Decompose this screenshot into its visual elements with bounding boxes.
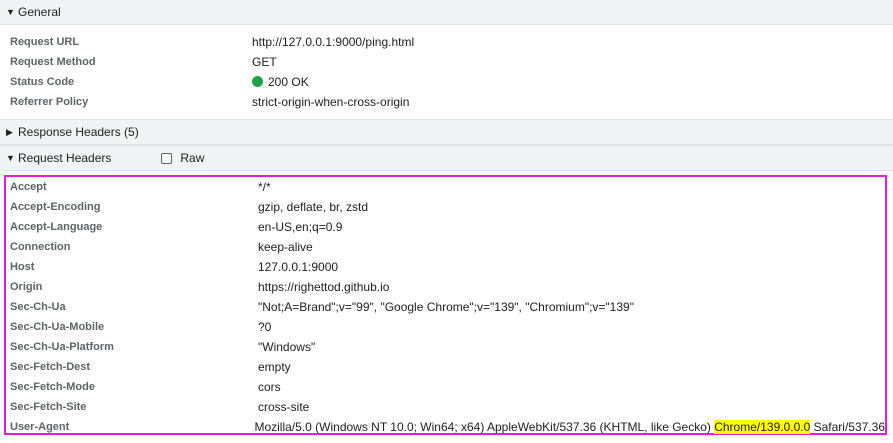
triangle-down-icon: ▼ bbox=[6, 153, 15, 163]
request-header-row: Sec-Ch-Ua-Mobile ?0 bbox=[6, 317, 885, 337]
general-rows: Request URL http://127.0.0.1:9000/ping.h… bbox=[0, 25, 893, 119]
row-key: Request URL bbox=[10, 36, 80, 48]
request-header-row: Host 127.0.0.1:9000 bbox=[6, 257, 885, 277]
row-key: Referrer Policy bbox=[10, 96, 89, 108]
triangle-down-icon: ▼ bbox=[6, 7, 15, 17]
request-header-row: Sec-Ch-Ua "Not;A=Brand";v="99", "Google … bbox=[6, 297, 885, 317]
request-header-row: Sec-Fetch-Site cross-site bbox=[6, 397, 885, 417]
user-agent-suffix: Safari/537.36 bbox=[810, 420, 885, 434]
row-value[interactable]: GET bbox=[252, 55, 277, 69]
response-headers-title: Response Headers (5) bbox=[18, 125, 139, 139]
row-key: Accept bbox=[10, 181, 47, 193]
request-headers-section-header[interactable]: ▼ Request Headers Raw bbox=[0, 145, 893, 171]
row-value[interactable]: cross-site bbox=[258, 400, 309, 414]
row-key: Accept-Language bbox=[10, 221, 103, 233]
request-header-row: Accept-Encoding gzip, deflate, br, zstd bbox=[6, 197, 885, 217]
general-row: Status Code 200 OK bbox=[0, 72, 893, 92]
row-value[interactable]: ?0 bbox=[258, 320, 271, 334]
row-key: Connection bbox=[10, 241, 71, 253]
status-dot-icon bbox=[252, 76, 263, 87]
row-key: Sec-Fetch-Site bbox=[10, 401, 87, 413]
general-title: General bbox=[18, 5, 61, 19]
general-row: Referrer Policy strict-origin-when-cross… bbox=[0, 92, 893, 112]
request-headers-highlight-box: Accept */* Accept-Encoding gzip, deflate… bbox=[4, 175, 887, 435]
row-key: Status Code bbox=[10, 76, 75, 88]
row-key: Sec-Ch-Ua-Mobile bbox=[10, 321, 105, 333]
general-section-header[interactable]: ▼ General bbox=[0, 0, 893, 25]
user-agent-highlight: Chrome/139.0.0.0 bbox=[714, 420, 811, 434]
row-value[interactable]: http://127.0.0.1:9000/ping.html bbox=[252, 35, 414, 49]
raw-toggle[interactable]: Raw bbox=[161, 151, 204, 165]
row-value[interactable]: strict-origin-when-cross-origin bbox=[252, 95, 409, 109]
request-headers-title: Request Headers bbox=[18, 151, 112, 165]
request-header-row: Sec-Fetch-Mode cors bbox=[6, 377, 885, 397]
row-key: Sec-Fetch-Mode bbox=[10, 381, 95, 393]
row-value[interactable]: en-US,en;q=0.9 bbox=[258, 220, 342, 234]
request-header-row: Origin https://righettod.github.io bbox=[6, 277, 885, 297]
row-value[interactable]: 127.0.0.1:9000 bbox=[258, 260, 338, 274]
row-key: Sec-Ch-Ua-Platform bbox=[10, 341, 114, 353]
status-text: 200 OK bbox=[268, 75, 309, 89]
row-key: Sec-Ch-Ua bbox=[10, 301, 66, 313]
row-value[interactable]: "Windows" bbox=[258, 340, 315, 354]
row-value[interactable]: cors bbox=[258, 380, 281, 394]
row-key: Request Method bbox=[10, 56, 96, 68]
row-value[interactable]: */* bbox=[258, 180, 271, 194]
request-header-row: Sec-Fetch-Dest empty bbox=[6, 357, 885, 377]
row-value[interactable]: keep-alive bbox=[258, 240, 313, 254]
status-value[interactable]: 200 OK bbox=[252, 75, 309, 89]
user-agent-value[interactable]: Mozilla/5.0 (Windows NT 10.0; Win64; x64… bbox=[254, 420, 885, 434]
general-row: Request Method GET bbox=[0, 52, 893, 72]
request-header-row: Accept-Language en-US,en;q=0.9 bbox=[6, 217, 885, 237]
row-value[interactable]: "Not;A=Brand";v="99", "Google Chrome";v=… bbox=[258, 300, 634, 314]
row-key: Host bbox=[10, 261, 35, 273]
row-value[interactable]: gzip, deflate, br, zstd bbox=[258, 200, 368, 214]
row-key: Origin bbox=[10, 281, 43, 293]
user-agent-prefix: Mozilla/5.0 (Windows NT 10.0; Win64; x64… bbox=[254, 420, 715, 434]
row-key: User-Agent bbox=[10, 421, 70, 433]
general-row: Request URL http://127.0.0.1:9000/ping.h… bbox=[0, 32, 893, 52]
row-value[interactable]: empty bbox=[258, 360, 291, 374]
row-key: Accept-Encoding bbox=[10, 201, 101, 213]
request-header-row: Accept */* bbox=[6, 177, 885, 197]
user-agent-row: User-Agent Mozilla/5.0 (Windows NT 10.0;… bbox=[6, 417, 885, 437]
row-key: Sec-Fetch-Dest bbox=[10, 361, 91, 373]
row-value[interactable]: https://righettod.github.io bbox=[258, 280, 389, 294]
request-header-row: Sec-Ch-Ua-Platform "Windows" bbox=[6, 337, 885, 357]
raw-checkbox[interactable] bbox=[161, 152, 173, 164]
request-header-row: Connection keep-alive bbox=[6, 237, 885, 257]
triangle-right-icon: ▶ bbox=[6, 126, 13, 137]
raw-label: Raw bbox=[180, 151, 205, 165]
response-headers-section-header[interactable]: ▶ Response Headers (5) bbox=[0, 119, 893, 145]
